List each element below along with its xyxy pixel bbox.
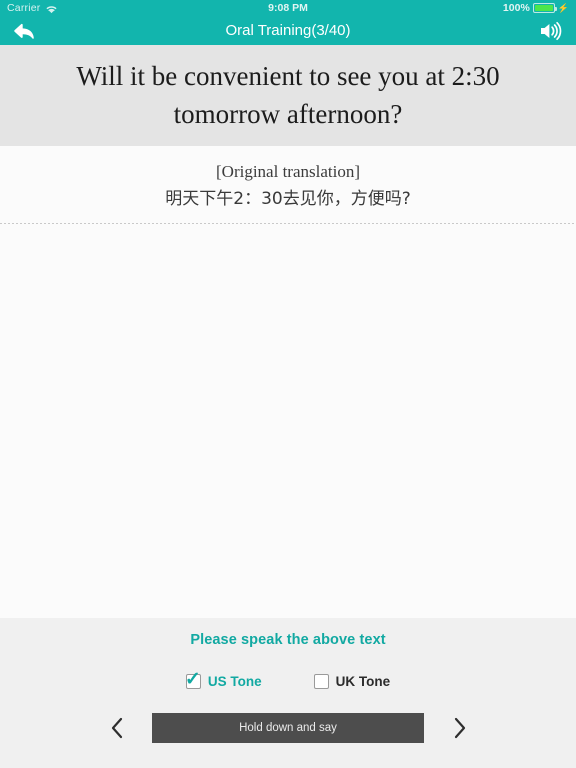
lightning-bolt-icon: ⚡ xyxy=(557,2,569,13)
checkmark-icon: ✓ xyxy=(184,669,201,690)
record-controls: Hold down and say xyxy=(0,713,576,743)
question-banner: Will it be convenient to see you at 2:30… xyxy=(0,45,576,146)
translation-text: 明天下午2：30去见你，方便吗? xyxy=(165,188,411,209)
tone-options: ✓ US Tone UK Tone xyxy=(185,670,391,689)
speak-prompt: Please speak the above text xyxy=(190,632,386,648)
battery-fill xyxy=(534,5,553,11)
tone-option-us[interactable]: ✓ US Tone xyxy=(185,670,262,689)
translation-label: [Original translation] xyxy=(216,162,360,181)
bottom-panel: Please speak the above text ✓ US Tone UK… xyxy=(0,618,576,768)
speaker-volume-icon[interactable] xyxy=(538,20,564,42)
battery-percent-label: 100% xyxy=(502,2,530,14)
status-bar: Carrier 9:08 PM 100% ⚡ xyxy=(0,0,576,16)
chevron-left-icon[interactable] xyxy=(102,713,132,743)
section-divider xyxy=(0,223,576,225)
wifi-icon xyxy=(45,5,57,14)
us-tone-checkbox[interactable]: ✓ xyxy=(185,670,201,689)
uk-tone-label: UK Tone xyxy=(335,674,391,689)
translation-block: [Original translation] 明天下午2：30去见你，方便吗? xyxy=(0,146,576,212)
status-bar-time: 9:08 PM xyxy=(268,2,308,14)
nav-bar: Oral Training(3/40) xyxy=(0,16,576,45)
content-area: [Original translation] 明天下午2：30去见你，方便吗? xyxy=(0,146,576,618)
battery-full-icon xyxy=(532,3,557,13)
tone-option-uk[interactable]: UK Tone xyxy=(313,674,391,689)
carrier-label: Carrier xyxy=(7,2,41,14)
status-bar-right: 100% ⚡ xyxy=(503,2,569,14)
chevron-right-icon[interactable] xyxy=(444,713,474,743)
us-tone-label: US Tone xyxy=(207,674,262,689)
status-bar-left: Carrier xyxy=(7,2,57,14)
uk-tone-checkbox[interactable] xyxy=(313,674,329,689)
question-text: Will it be convenient to see you at 2:30… xyxy=(76,61,500,129)
back-arrow-icon[interactable] xyxy=(12,21,36,41)
page-title: Oral Training(3/40) xyxy=(225,22,351,39)
hold-to-speak-button[interactable]: Hold down and say xyxy=(152,713,424,743)
oral-training-screen: Carrier 9:08 PM 100% ⚡ Oral Training(3/4… xyxy=(0,0,576,768)
